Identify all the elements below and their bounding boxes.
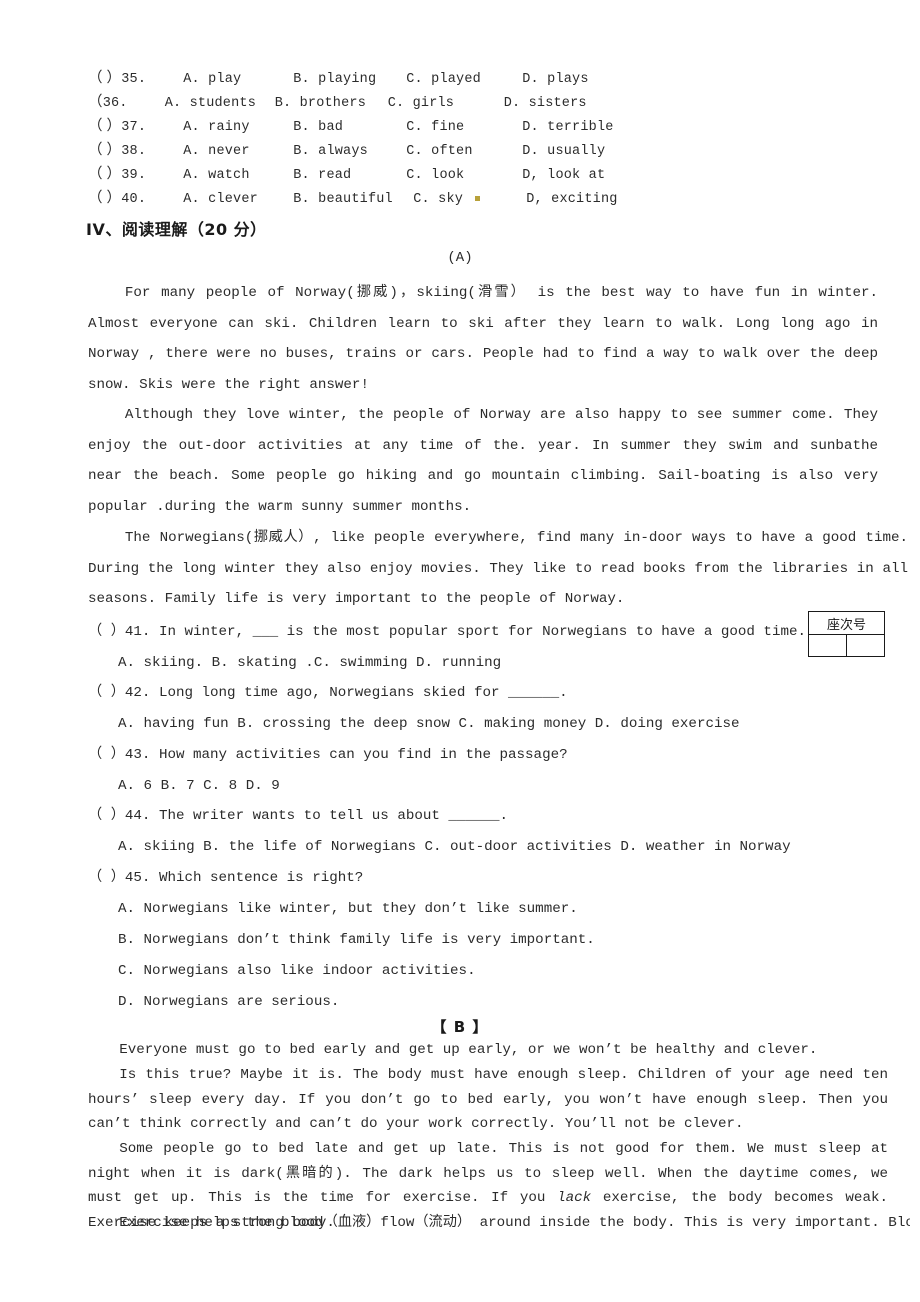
exam-paper-page: （ ）35. A. play B. playing C. played D. plays… bbox=[0, 0, 920, 1302]
option-b[interactable]: B. bad bbox=[293, 116, 406, 140]
option-d[interactable]: D. terrible bbox=[522, 116, 662, 140]
cloze-row: （ ）37. A. rainy B. bad C. fine D. terrible bbox=[88, 114, 888, 138]
question-44-stem[interactable]: （ ）44. The writer wants to tell us about… bbox=[88, 801, 508, 831]
option-c[interactable]: C. look bbox=[406, 164, 522, 188]
question-45-option-c[interactable]: C. Norwegians also like indoor activitie… bbox=[118, 956, 476, 986]
option-a[interactable]: A. play bbox=[183, 68, 293, 92]
passage-b-paragraph-1: Everyone must go to bed early and get up… bbox=[119, 1042, 818, 1058]
seat-table-input-row bbox=[808, 634, 885, 657]
option-c[interactable]: C. fine bbox=[406, 116, 522, 140]
passage-b-paragraph-2: Is this true? Maybe it is. The body must… bbox=[88, 1067, 888, 1132]
passage-b-p3-italic-word: lack bbox=[557, 1190, 592, 1206]
answer-bracket[interactable]: （ ） bbox=[88, 162, 121, 186]
question-number: 40. bbox=[121, 192, 147, 207]
answer-bracket[interactable]: （ ） bbox=[88, 114, 121, 138]
option-a[interactable]: A. clever bbox=[183, 188, 293, 212]
option-b[interactable]: B. brothers bbox=[275, 92, 388, 116]
seat-number-table: 座次号 bbox=[808, 611, 885, 657]
option-c[interactable]: C. played bbox=[406, 68, 522, 92]
option-a[interactable]: A. students bbox=[165, 92, 275, 116]
answer-bracket[interactable]: （ ） bbox=[88, 186, 121, 210]
passage-a-paragraph-1: For many people of Norway(挪威)，skiing(滑雪）… bbox=[88, 285, 878, 393]
option-a[interactable]: A. rainy bbox=[183, 116, 293, 140]
seat-number-cell-right[interactable] bbox=[846, 634, 885, 657]
question-42-stem[interactable]: （ ）42. Long long time ago, Norwegians sk… bbox=[88, 678, 568, 708]
passage-a-label: (A) bbox=[447, 250, 473, 266]
question-number: 38. bbox=[121, 144, 147, 159]
option-d[interactable]: D. sisters bbox=[504, 92, 644, 116]
seat-number-label: 座次号 bbox=[808, 611, 885, 635]
passage-b-label: 【 B 】 bbox=[431, 1018, 489, 1036]
option-a[interactable]: A. never bbox=[183, 140, 293, 164]
question-42-options[interactable]: A. having fun B. crossing the deep snow … bbox=[118, 709, 740, 739]
cloze-row: （ 36. A. students B. brothers C. girls D. si… bbox=[88, 90, 888, 114]
option-c[interactable]: C. girls bbox=[388, 92, 504, 116]
seat-table-header-row: 座次号 bbox=[808, 611, 885, 635]
question-41-stem[interactable]: （ ）41. In winter, ___ is the most popula… bbox=[88, 617, 806, 647]
stray-mark-icon bbox=[475, 196, 481, 202]
question-45-stem[interactable]: （ ）45. Which sentence is right? bbox=[88, 863, 363, 893]
question-45-option-d[interactable]: D. Norwegians are serious. bbox=[118, 987, 339, 1017]
seat-number-cell-left[interactable] bbox=[808, 634, 847, 657]
answer-bracket[interactable]: （ bbox=[88, 90, 103, 114]
option-b[interactable]: B. beautiful bbox=[293, 188, 413, 212]
question-45-option-b[interactable]: B. Norwegians don’t think family life is… bbox=[118, 925, 595, 955]
cloze-row: （ ）39. A. watch B. read C. look D, look at bbox=[88, 162, 888, 186]
cloze-options-block: （ ）35. A. play B. playing C. played D. plays… bbox=[88, 66, 888, 210]
passage-a-paragraph-2: Although they love winter, the people of… bbox=[88, 407, 878, 515]
answer-bracket[interactable]: （ ） bbox=[88, 138, 121, 162]
option-b[interactable]: B. read bbox=[293, 164, 406, 188]
question-41-options[interactable]: A. skiing. B. skating .C. swimming D. ru… bbox=[118, 648, 501, 678]
cloze-row: （ ）40. A. clever B. beautiful C. sky D, exci… bbox=[88, 186, 888, 210]
question-number: 36. bbox=[102, 96, 128, 111]
question-number: 35. bbox=[121, 72, 147, 87]
cloze-row: （ ）38. A. never B. always C. often D. usuall… bbox=[88, 138, 888, 162]
question-number: 37. bbox=[121, 120, 147, 135]
question-43-options[interactable]: A. 6 B. 7 C. 8 D. 9 bbox=[118, 771, 280, 801]
option-d[interactable]: D. plays bbox=[522, 68, 662, 92]
passage-b-paragraph-4: Exercise helps the blood（血液）flow（流动） aro… bbox=[119, 1215, 910, 1231]
option-a[interactable]: A. watch bbox=[183, 164, 293, 188]
option-b[interactable]: B. always bbox=[293, 140, 406, 164]
option-d[interactable]: D. usually bbox=[522, 140, 662, 164]
question-43-stem[interactable]: （ ）43. How many activities can you find … bbox=[88, 740, 568, 770]
question-44-options[interactable]: A. skiing B. the life of Norwegians C. o… bbox=[118, 832, 791, 862]
option-c[interactable]: C. often bbox=[406, 140, 522, 164]
option-c[interactable]: C. sky bbox=[413, 188, 473, 212]
option-b[interactable]: B. playing bbox=[293, 68, 406, 92]
question-45-option-a[interactable]: A. Norwegians like winter, but they don’… bbox=[118, 894, 578, 924]
passage-a-paragraph-3: The Norwegians(挪威人）, like people everywh… bbox=[88, 530, 908, 607]
option-d[interactable]: D, look at bbox=[522, 164, 662, 188]
answer-bracket[interactable]: （ ） bbox=[88, 66, 121, 90]
question-number: 39. bbox=[121, 168, 147, 183]
section-heading-reading: IV、阅读理解（20 分） bbox=[86, 220, 267, 239]
option-d[interactable]: D, exciting bbox=[526, 188, 617, 212]
cloze-row: （ ）35. A. play B. playing C. played D. plays bbox=[88, 66, 888, 90]
